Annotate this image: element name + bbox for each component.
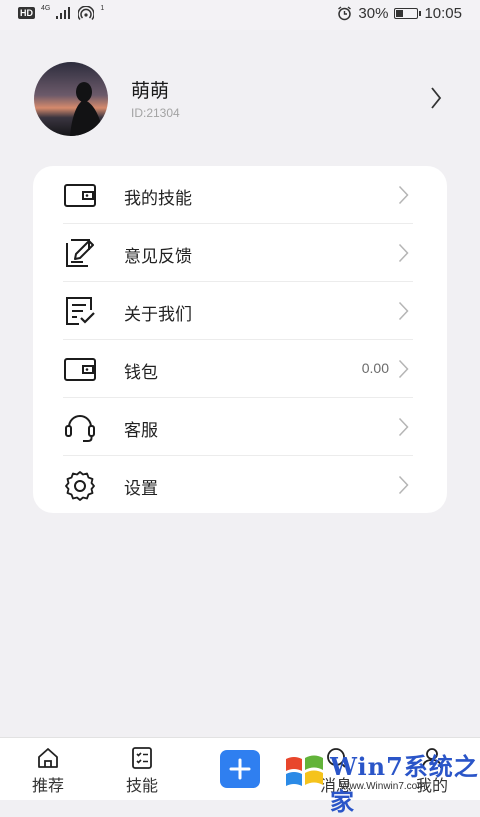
menu-item-settings[interactable]: 设置 [33,456,447,514]
list-icon [132,747,152,769]
tab-label: 技能 [125,776,158,795]
menu-item-label: 关于我们 [124,305,192,325]
tab-label: 我的 [415,776,448,795]
headset-icon [65,415,95,442]
tab-skills[interactable]: 技能 [102,738,182,800]
menu-item-label: 钱包 [124,363,158,383]
chevron-right-icon [398,417,409,437]
tab-messages[interactable]: 消息 [296,738,376,800]
hotspot-count: 1 [100,5,105,12]
user-name: 萌萌 [131,80,170,102]
avatar[interactable] [34,62,108,136]
bottom-tab-bar: 推荐 技能 消息 我的 [0,737,480,800]
tab-mine[interactable]: 我的 [392,738,472,800]
chevron-right-icon [398,359,409,379]
checklist-icon [66,297,95,325]
menu-card: 我的技能 意见反馈 关于我们 钱包 0.00 客服 设置 [33,166,447,513]
chevron-right-icon [398,243,409,263]
home-icon [38,748,58,768]
tab-recommend[interactable]: 推荐 [8,738,88,800]
battery-percent: 30% [358,5,389,22]
message-icon [327,748,346,768]
wallet-icon [64,358,96,381]
menu-item-about-us[interactable]: 关于我们 [33,282,447,340]
menu-item-wallet[interactable]: 钱包 0.00 [33,340,447,398]
gear-icon [65,471,95,501]
chevron-right-icon [398,301,409,321]
edit-note-icon [66,239,94,267]
battery-icon [394,8,422,19]
menu-item-label: 客服 [124,421,158,441]
add-button[interactable] [220,750,260,788]
wallet-balance: 0.00 [361,360,389,376]
network-type: 4G [41,5,51,12]
profile-header[interactable]: 萌萌 ID:21304 [34,62,446,136]
tab-label: 消息 [319,776,352,795]
hotspot-icon [78,6,95,20]
alarm-icon [338,6,352,21]
status-bar: HD 4G 1 30% 10:05 [0,0,480,30]
menu-item-label: 设置 [124,479,158,499]
plus-icon [229,758,251,780]
chevron-right-icon [431,87,442,109]
hd-badge: HD [18,7,35,19]
status-left: HD 4G 1 [18,5,105,20]
user-id: ID:21304 [131,106,180,120]
menu-item-label: 我的技能 [124,189,192,209]
signal-icon [56,7,71,19]
clock: 10:05 [424,5,462,22]
user-icon [422,748,442,769]
menu-item-my-skills[interactable]: 我的技能 [33,166,447,224]
menu-item-feedback[interactable]: 意见反馈 [33,224,447,282]
menu-item-customer-service[interactable]: 客服 [33,398,447,456]
chevron-right-icon [398,185,409,205]
menu-item-label: 意见反馈 [124,247,192,267]
status-right: 30% 10:05 [337,5,462,22]
tab-label: 推荐 [31,776,64,795]
chevron-right-icon [398,475,409,495]
wallet-icon [64,184,96,207]
